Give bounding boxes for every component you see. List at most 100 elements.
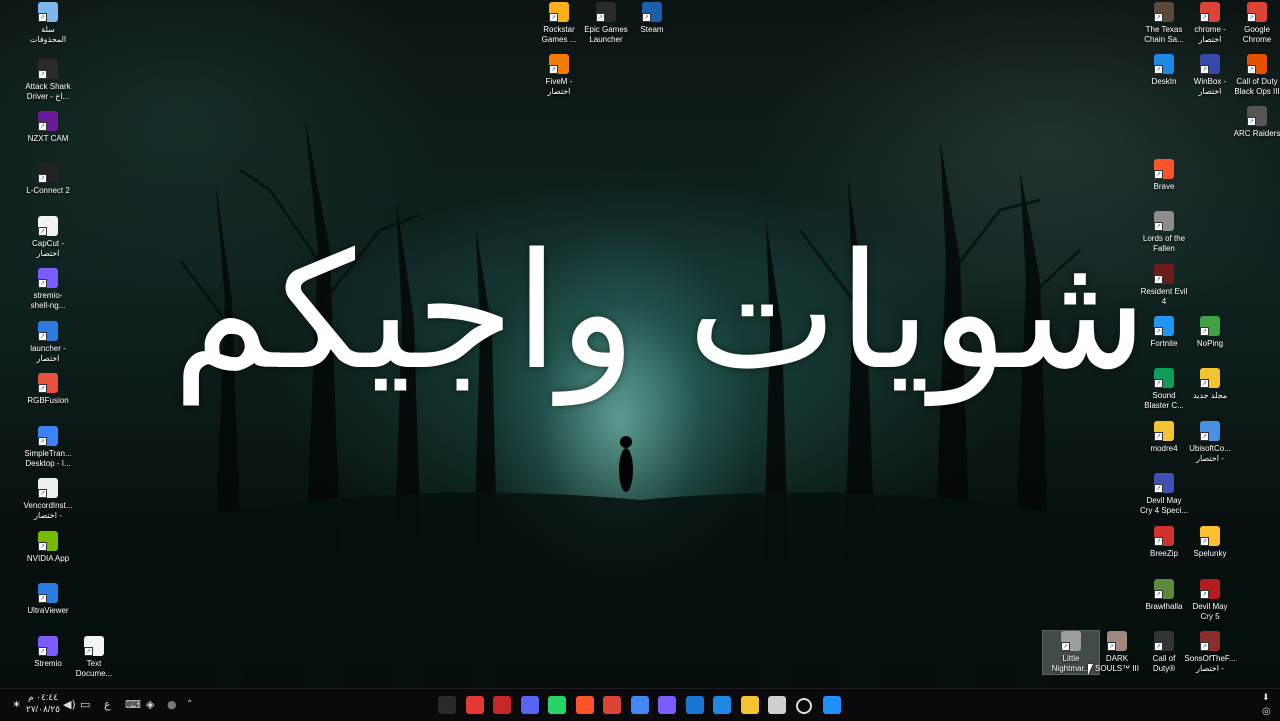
desktop-icon[interactable]: ↗ Devil May Cry 4 Speci...	[1136, 473, 1192, 516]
desktop-icon-label: Spelunky	[1193, 549, 1227, 558]
discord-icon[interactable]	[520, 696, 539, 714]
desktop-icon-label: VencordInst... اختصار -	[23, 501, 73, 520]
search-icon[interactable]	[795, 698, 812, 714]
rgbfusion-icon: ↗	[38, 373, 58, 393]
breezip-icon: ↗	[1154, 526, 1174, 546]
shortcut-arrow-icon: ↗	[1107, 642, 1116, 651]
clock-date: ٢٧/٠٨/٢٥	[25, 704, 60, 714]
desktop-icon[interactable]: ↗ سلة المحذوفات	[20, 2, 76, 45]
desktop-icon[interactable]: ↗ Call of Duty Black Ops III	[1229, 54, 1280, 97]
game-icon: ↗	[1107, 631, 1127, 651]
desktop-icon-label: سلة المحذوفات	[29, 25, 67, 44]
desktop-icon[interactable]: ↗ L-Connect 2	[20, 163, 76, 196]
desktop-icon[interactable]: ↗ Lords of the Fallen	[1136, 211, 1192, 254]
whatsapp-icon[interactable]	[548, 696, 566, 714]
desktop-icon-label: Call of Duty Black Ops III	[1234, 77, 1280, 96]
clock[interactable]: ٠٤:٤٤ م ٢٧/٠٨/٢٥	[24, 691, 62, 715]
mic-icon[interactable]: ●	[167, 698, 177, 712]
shortcut-arrow-icon: ↗	[1154, 65, 1163, 74]
shortcut-arrow-icon: ↗	[1200, 590, 1209, 599]
desktop-icon[interactable]: ↗ Devil May Cry 5	[1182, 579, 1238, 622]
brave-icon: ↗	[1154, 159, 1174, 179]
epic-games-icon[interactable]	[438, 696, 456, 714]
stremio-icon[interactable]	[658, 696, 676, 714]
spelunky-icon: ↗	[1200, 526, 1220, 546]
mouse-cursor	[1088, 664, 1093, 675]
wifi-icon[interactable]: ✶	[12, 698, 21, 712]
desktop-icon[interactable]: ↗ Steam	[624, 2, 680, 35]
desktop-icon[interactable]: ↗ CapCut - اختصار	[20, 216, 76, 259]
desktop-icon[interactable]: ↗ Attack Shark Driver - اخ...	[20, 59, 76, 102]
shortcut-arrow-icon: ↗	[38, 70, 47, 79]
desktop-icon[interactable]: ↗ UbisoftCo... اختصار -	[1182, 421, 1238, 464]
desktop-icon[interactable]: ↗ UltraViewer	[20, 583, 76, 616]
desktop-icon[interactable]: ↗ Text Docume...	[66, 636, 122, 679]
display-icon[interactable]: ▭	[80, 698, 90, 712]
noping-icon: ↗	[1200, 316, 1220, 336]
remote-app-icon[interactable]	[685, 696, 704, 714]
desktop-icon-label: NVIDIA App	[26, 554, 70, 563]
desktop-icon[interactable]: ↗ RGBFusion	[20, 373, 76, 406]
shortcut-arrow-icon: ↗	[38, 279, 47, 288]
desktop-icon[interactable]: ↗ launcher - اختصار	[20, 321, 76, 364]
desktop-icon[interactable]: ↗ Brave	[1136, 159, 1192, 192]
arc-raiders-icon: ↗	[1247, 106, 1267, 126]
desktop-icon[interactable]: ↗ FiveM - اختصار	[531, 54, 587, 97]
shortcut-arrow-icon: ↗	[1200, 13, 1209, 22]
language-indicator[interactable]: ع	[104, 698, 111, 712]
shortcut-arrow-icon: ↗	[1154, 590, 1163, 599]
shortcut-arrow-icon: ↗	[1247, 65, 1256, 74]
brave-icon[interactable]	[575, 696, 594, 714]
shortcut-arrow-icon: ↗	[1200, 379, 1209, 388]
chrome-icon[interactable]	[630, 696, 649, 714]
desktop-icon-label: Brave	[1153, 182, 1175, 191]
desktop-icon-label: CapCut - اختصار	[31, 239, 64, 258]
settings-icon[interactable]: ◎	[1262, 705, 1271, 719]
windows-start-icon[interactable]	[823, 696, 841, 714]
media-app-icon[interactable]	[493, 696, 511, 714]
desktop-icon-label: Attack Shark Driver - اخ...	[25, 82, 71, 101]
desktop-icon-label: Devil May Cry 5	[1192, 602, 1228, 621]
shortcut-arrow-icon: ↗	[1154, 222, 1163, 231]
desktop-icon[interactable]: ↗ Resident Evil 4	[1136, 264, 1192, 307]
desktop-icon[interactable]: ↗ مجلد جديد	[1182, 368, 1238, 401]
shortcut-arrow-icon: ↗	[642, 13, 651, 22]
task-view-icon[interactable]	[768, 696, 786, 714]
shortcut-arrow-icon: ↗	[1247, 117, 1256, 126]
desktop-icon[interactable]: ↗ NVIDIA App	[20, 531, 76, 564]
desktop-icon[interactable]: ↗ NoPing	[1182, 316, 1238, 349]
desktop-icon[interactable]: ↗ NZXT CAM	[20, 111, 76, 144]
shortcut-arrow-icon: ↗	[38, 122, 47, 131]
desktop-icon[interactable]: ↗ VencordInst... اختصار -	[20, 478, 76, 521]
chevron-up-icon[interactable]: ˄	[187, 698, 193, 712]
desktop-icon[interactable]: ↗ Google Chrome	[1229, 2, 1280, 45]
fortnite-icon: ↗	[1154, 316, 1174, 336]
keyboard-icon[interactable]: ⌨	[125, 698, 141, 712]
desktop-icon[interactable]: ↗ ARC Raiders	[1229, 106, 1280, 139]
desktop[interactable]: شويات واجيكم ↗ سلة المحذوفات ↗ Attack Shark…	[0, 0, 1280, 688]
file-explorer-icon[interactable]	[740, 696, 759, 714]
edge-icon[interactable]	[713, 696, 731, 714]
speedometer-icon[interactable]	[465, 696, 484, 714]
desktop-icon[interactable]: ↗ SimpleTran... Desktop - ا...	[20, 426, 76, 469]
shortcut-arrow-icon: ↗	[38, 13, 47, 22]
shortcut-arrow-icon: ↗	[38, 542, 47, 551]
game-icon: ↗	[1154, 473, 1174, 493]
notification-icon[interactable]: ⬇	[1262, 691, 1270, 705]
shortcut-arrow-icon: ↗	[38, 384, 47, 393]
desktop-icon-label: Text Docume...	[75, 659, 113, 678]
shortcut-arrow-icon: ↗	[38, 489, 47, 498]
chrome-icon[interactable]	[603, 696, 621, 714]
ubisoft-icon: ↗	[1200, 421, 1220, 441]
desktop-icon[interactable]: ↗ Spelunky	[1182, 526, 1238, 559]
desktop-icon-label: FiveM - اختصار	[545, 77, 573, 96]
steam-icon: ↗	[642, 2, 662, 22]
shortcut-arrow-icon: ↗	[1200, 65, 1209, 74]
stremio-icon: ↗	[38, 636, 58, 656]
desktop-icon[interactable]: ↗ stremio- shell-ng...	[20, 268, 76, 311]
shortcut-arrow-icon: ↗	[1154, 642, 1163, 651]
taskbar: ٠٤:٤٤ م ٢٧/٠٨/٢٥ ✶ ◀) ▭ ع ⌨ ◈ ● ˄ ⬇ ◎	[0, 688, 1280, 721]
defender-icon[interactable]: ◈	[146, 698, 154, 712]
desktop-icon[interactable]: ↗ SonsOfTheF... اختصار -	[1182, 631, 1238, 674]
volume-icon[interactable]: ◀)	[63, 698, 76, 712]
